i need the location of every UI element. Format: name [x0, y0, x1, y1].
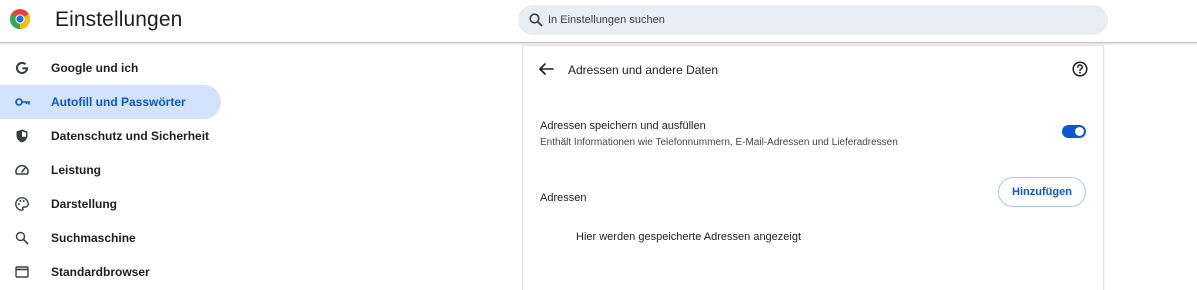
search-input[interactable] [548, 5, 1088, 35]
settings-card: Adressen und andere Daten Adressen speic… [523, 46, 1103, 290]
sidebar-item-label: Google und ich [51, 61, 139, 75]
search-icon [529, 13, 543, 27]
search-bar[interactable] [518, 5, 1108, 35]
setting-title: Adressen speichern und ausfüllen [540, 120, 706, 132]
back-arrow-icon[interactable] [537, 60, 557, 78]
sidebar-item-leistung[interactable]: Leistung [0, 153, 221, 187]
sidebar-item-google-und-ich[interactable]: Google und ich [0, 51, 221, 85]
browser-window-icon [15, 266, 29, 278]
empty-addresses-text: Hier werden gespeicherte Adressen angeze… [576, 231, 802, 243]
sidebar-item-standardbrowser[interactable]: Standardbrowser [0, 255, 221, 289]
sidebar-item-label: Standardbrowser [51, 265, 150, 279]
setting-description: Enthält Informationen wie Telefonnummern… [540, 137, 898, 148]
save-addresses-toggle[interactable] [1062, 125, 1086, 138]
page-title: Adressen und andere Daten [568, 63, 719, 77]
help-icon[interactable] [1071, 60, 1089, 78]
key-icon [15, 98, 30, 106]
search-icon [15, 231, 29, 245]
sidebar-item-label: Autofill und Passwörter [51, 95, 186, 109]
sidebar-item-autofill[interactable]: Autofill und Passwörter [0, 85, 221, 119]
sidebar-item-suchmaschine[interactable]: Suchmaschine [0, 221, 221, 255]
palette-icon [15, 197, 29, 211]
google-g-icon [15, 61, 29, 75]
speedometer-icon [15, 164, 29, 175]
sidebar-item-label: Suchmaschine [51, 231, 136, 245]
shield-icon [16, 129, 28, 143]
header-divider [0, 42, 1197, 43]
toggle-knob [1075, 127, 1084, 136]
top-bar: Einstellungen [0, 0, 1197, 42]
sidebar-item-label: Leistung [51, 163, 101, 177]
app-title: Einstellungen [55, 8, 183, 31]
sidebar-item-label: Darstellung [51, 197, 118, 211]
chrome-logo-icon [10, 9, 30, 29]
add-address-button[interactable]: Hinzufügen [998, 177, 1086, 207]
addresses-label: Adressen [540, 192, 587, 204]
sidebar-item-datenschutz[interactable]: Datenschutz und Sicherheit [0, 119, 221, 153]
sidebar-item-label: Datenschutz und Sicherheit [51, 129, 210, 143]
sidebar-item-darstellung[interactable]: Darstellung [0, 187, 221, 221]
